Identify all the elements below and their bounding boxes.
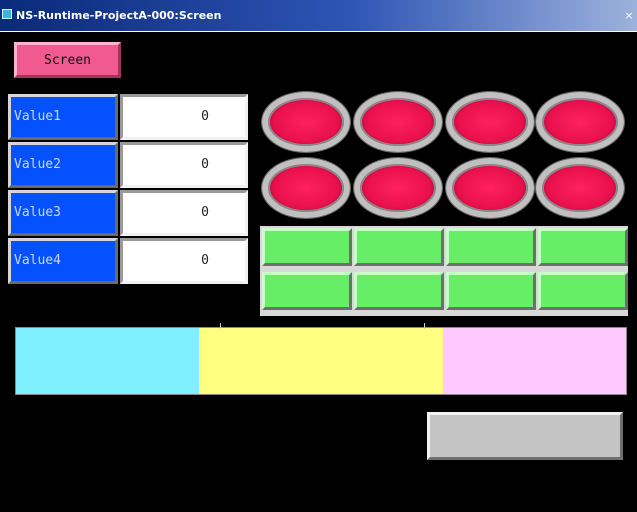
screen-button[interactable]: Screen <box>14 42 121 78</box>
green-button-2[interactable] <box>354 228 444 266</box>
lamp-5[interactable] <box>262 158 350 218</box>
bar-segment-cyan <box>16 328 199 394</box>
green-button-5[interactable] <box>262 272 352 310</box>
lamp-6[interactable] <box>354 158 442 218</box>
value-row-1: Value1 0 <box>8 94 248 140</box>
bar-tick-1 <box>220 323 221 329</box>
value-label-2: Value2 <box>8 142 118 188</box>
lamp-8[interactable] <box>536 158 624 218</box>
app-window-icon <box>2 9 12 19</box>
color-bar-graph <box>15 323 627 395</box>
lamp-4[interactable] <box>536 92 624 152</box>
lamp-3[interactable] <box>446 92 534 152</box>
bar-tick-2 <box>424 323 425 329</box>
green-button-7[interactable] <box>446 272 536 310</box>
value-field-3[interactable]: 0 <box>120 190 248 236</box>
value-row-4: Value4 0 <box>8 238 248 284</box>
green-button-3[interactable] <box>446 228 536 266</box>
value-field-2[interactable]: 0 <box>120 142 248 188</box>
bar-segment-pink <box>443 328 626 394</box>
value-field-4[interactable]: 0 <box>120 238 248 284</box>
gray-button[interactable] <box>427 412 623 460</box>
green-button-8[interactable] <box>538 272 628 310</box>
lamp-1[interactable] <box>262 92 350 152</box>
value-label-4: Value4 <box>8 238 118 284</box>
title-divider <box>0 31 637 32</box>
value-row-2: Value2 0 <box>8 142 248 188</box>
lamp-2[interactable] <box>354 92 442 152</box>
title-bar: NS-Runtime-ProjectA-000:Screen × <box>0 0 637 32</box>
value-row-3: Value3 0 <box>8 190 248 236</box>
green-button-1[interactable] <box>262 228 352 266</box>
window-title: NS-Runtime-ProjectA-000:Screen <box>16 9 222 22</box>
green-button-6[interactable] <box>354 272 444 310</box>
value-label-1: Value1 <box>8 94 118 140</box>
close-icon[interactable]: × <box>623 10 635 22</box>
value-label-3: Value3 <box>8 190 118 236</box>
lamp-7[interactable] <box>446 158 534 218</box>
value-field-1[interactable]: 0 <box>120 94 248 140</box>
green-button-4[interactable] <box>538 228 628 266</box>
bar-segment-yellow <box>199 328 443 394</box>
